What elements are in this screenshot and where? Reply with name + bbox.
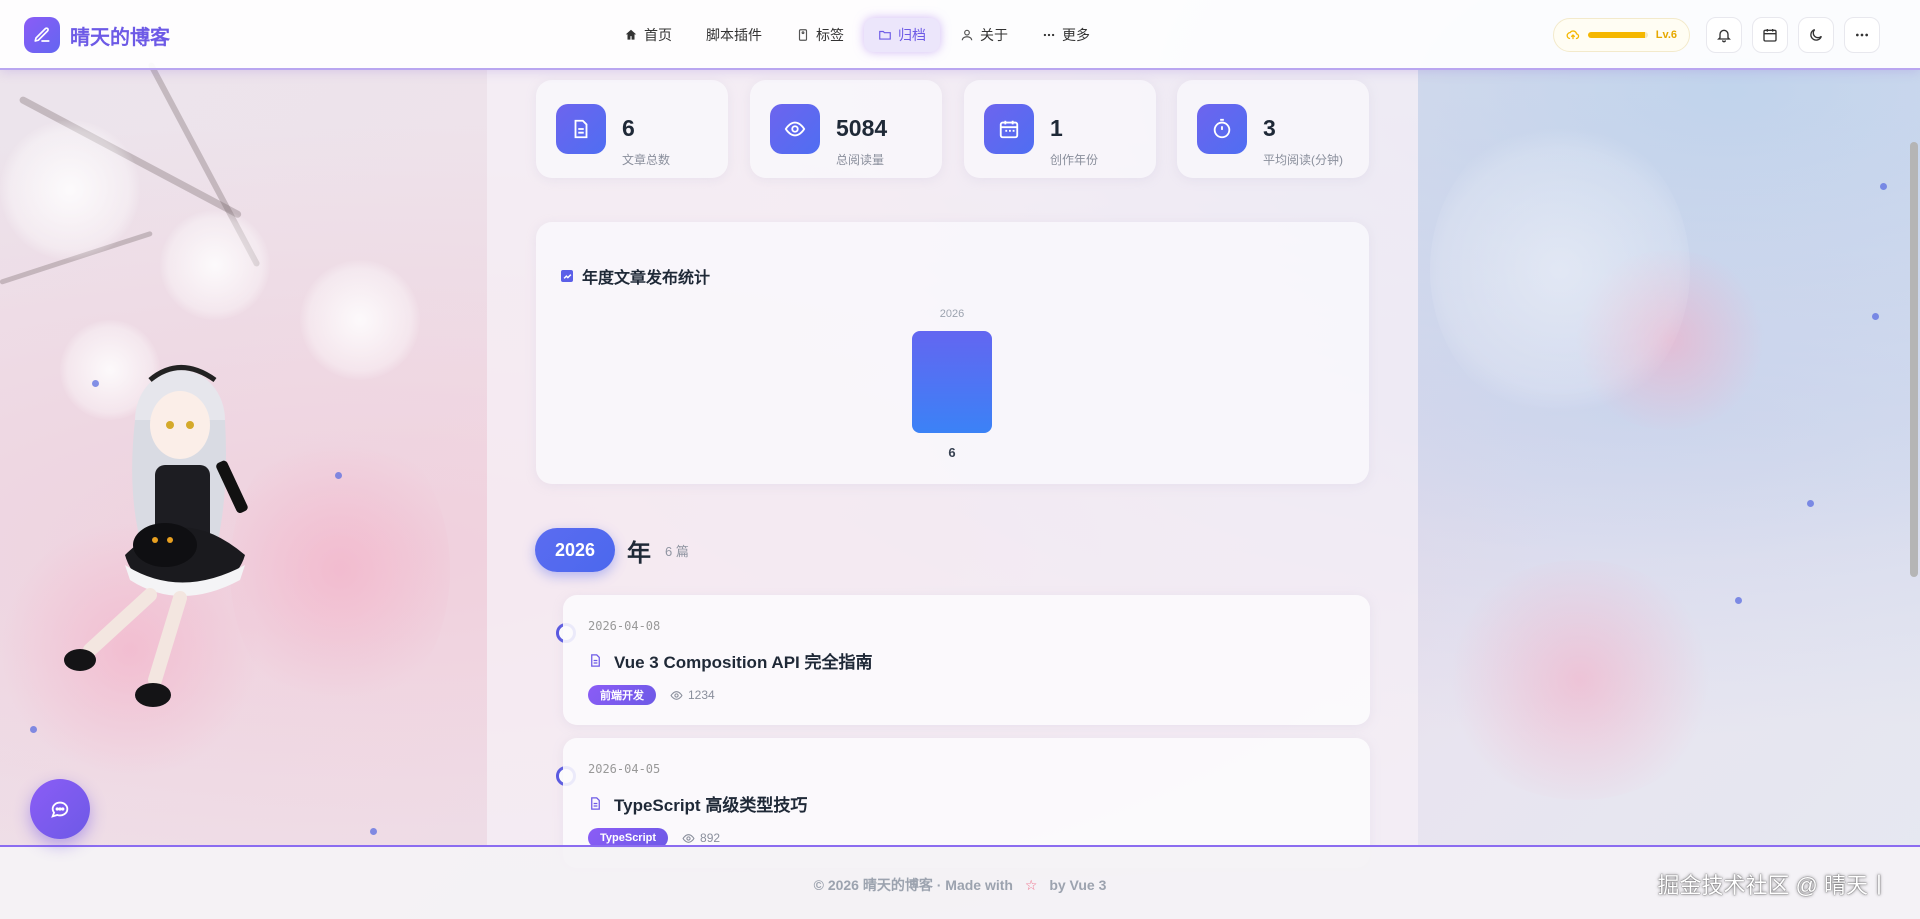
top-navigation-bar: 晴天的博客 首页 脚本插件 标签 归档 关于 更多 Lv.6 [0, 0, 1920, 70]
nav-item-label: 更多 [1062, 27, 1090, 43]
post-title[interactable]: TypeScript 高级类型技巧 [588, 791, 807, 816]
post-title[interactable]: Vue 3 Composition API 完全指南 [588, 648, 872, 673]
scrollbar-thumb[interactable] [1910, 142, 1918, 577]
eye-icon [670, 690, 683, 700]
main-nav: 首页 脚本插件 标签 归档 关于 更多 [610, 18, 1104, 52]
year-badge[interactable]: 2026 [535, 528, 616, 572]
post-date: 2026-04-08 [588, 619, 661, 633]
footer-prefix: © 2026 晴天的博客 · Made with [813, 877, 1013, 893]
mascot-character-image [64, 365, 248, 707]
watermark-text: 掘金技术社区 @ 晴天丨 [1657, 873, 1890, 898]
document-icon [556, 104, 606, 154]
more-horizontal-icon [1856, 33, 1868, 37]
nav-item-scripts[interactable]: 脚本插件 [692, 18, 776, 52]
cloud-upload-icon [1566, 30, 1579, 40]
site-footer: © 2026 晴天的博客 · Made with ☆ by Vue 3 掘金技术… [0, 845, 1920, 919]
footer-suffix: by Vue 3 [1049, 877, 1107, 893]
tag-icon [798, 29, 808, 41]
more-dots-icon [1043, 33, 1055, 37]
level-progress-bar [1587, 32, 1648, 38]
star-icon: ☆ [1024, 877, 1038, 893]
chart-bar[interactable] [912, 331, 992, 433]
folder-icon [879, 30, 891, 40]
stat-label: 平均阅读(分钟) [1263, 153, 1343, 167]
post-views-count: 892 [700, 831, 721, 845]
site-title: 晴天的博客 [70, 26, 170, 49]
bell-icon [1717, 29, 1731, 43]
document-icon [591, 654, 600, 667]
stat-card-views: 5084 总阅读量 [750, 80, 942, 178]
post-title-text: TypeScript 高级类型技巧 [614, 796, 808, 815]
stat-label: 创作年份 [1050, 153, 1099, 167]
year-post-count: 6 篇 [665, 543, 689, 559]
post-views: 1234 [670, 688, 715, 702]
more-menu-button[interactable] [1844, 17, 1880, 53]
nav-item-tags[interactable]: 标签 [782, 18, 858, 52]
stat-card-articles: 6 文章总数 [536, 80, 728, 178]
bar-value-label: 6 [948, 445, 955, 460]
post-views: 892 [682, 831, 720, 845]
notifications-button[interactable] [1706, 17, 1742, 53]
moon-icon [1810, 29, 1822, 41]
year-suffix: 年 [627, 539, 652, 567]
post-views-count: 1234 [688, 688, 715, 702]
stat-value: 6 [622, 115, 635, 141]
nav-item-label: 关于 [980, 27, 1008, 43]
stat-card-read-time: 3 平均阅读(分钟) [1177, 80, 1369, 178]
level-label: Lv.6 [1655, 29, 1677, 41]
nav-item-about[interactable]: 关于 [946, 18, 1022, 52]
yearly-chart-card: 年度文章发布统计 2026 6 [536, 222, 1369, 484]
nav-item-label: 归档 [898, 27, 926, 43]
timer-icon [1197, 104, 1247, 154]
yearly-bar-chart: 2026 6 [912, 308, 992, 460]
nav-item-label: 标签 [816, 27, 844, 43]
document-icon [591, 797, 600, 810]
calendar-icon [1763, 29, 1777, 42]
stat-card-years: 1 创作年份 [964, 80, 1156, 178]
level-indicator[interactable]: Lv.6 [1552, 18, 1690, 52]
archive-content: 6 文章总数 5084 总阅读量 1 创作年份 3 平均阅读(分钟) 年度文章发… [487, 70, 1418, 868]
nav-item-home[interactable]: 首页 [610, 18, 686, 52]
dark-mode-toggle[interactable] [1798, 17, 1834, 53]
chat-button[interactable] [30, 779, 90, 839]
bar-category-label: 2026 [940, 308, 964, 320]
eye-icon [682, 833, 695, 843]
page-scrollbar[interactable] [1908, 0, 1920, 919]
post-meta: 前端开发 1234 [588, 685, 715, 705]
stat-label: 文章总数 [622, 153, 671, 167]
post-tag[interactable]: 前端开发 [588, 685, 656, 705]
footer-copyright: © 2026 晴天的博客 · Made with ☆ by Vue 3 [0, 875, 1920, 895]
edit-logo-icon [24, 17, 60, 53]
calendar-icon [984, 104, 1034, 154]
post-title-text: Vue 3 Composition API 完全指南 [614, 653, 873, 672]
home-icon [625, 29, 637, 40]
list-item[interactable]: 2026-04-08 Vue 3 Composition API 完全指南 前端… [563, 595, 1370, 725]
stat-value: 3 [1263, 115, 1276, 141]
post-date: 2026-04-05 [588, 762, 661, 776]
year-header: 2026 年 6 篇 [535, 528, 689, 572]
stat-value: 5084 [836, 115, 888, 141]
toolbar-right: Lv.6 [1552, 17, 1880, 53]
stat-value: 1 [1050, 115, 1063, 141]
nav-item-more[interactable]: 更多 [1028, 18, 1104, 52]
calendar-button[interactable] [1752, 17, 1788, 53]
site-logo[interactable]: 晴天的博客 [24, 17, 170, 53]
nav-item-label: 首页 [644, 27, 672, 43]
chat-bubble-icon [51, 801, 69, 818]
nav-item-label: 脚本插件 [706, 27, 762, 43]
user-icon [961, 29, 973, 41]
nav-item-archive[interactable]: 归档 [864, 18, 940, 52]
eye-icon [770, 104, 820, 154]
stat-label: 总阅读量 [836, 153, 885, 167]
